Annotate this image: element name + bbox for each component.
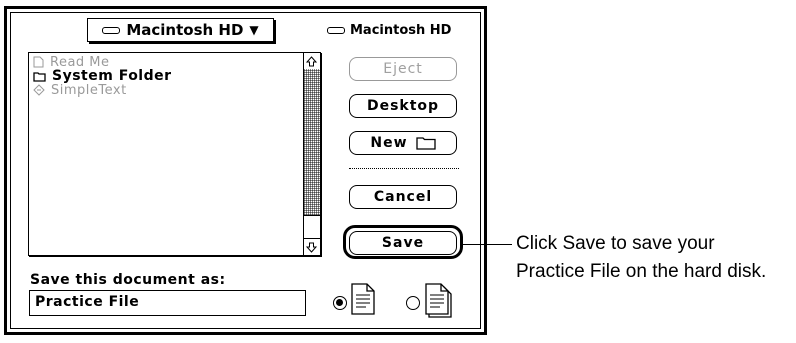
scroll-up-arrow-icon[interactable] — [304, 53, 319, 70]
list-item-read-me[interactable]: Read Me — [33, 55, 300, 70]
document-format-radio[interactable] — [333, 296, 347, 310]
scroll-track[interactable] — [304, 69, 320, 239]
desktop-button-label: Desktop — [366, 98, 440, 114]
vertical-scrollbar[interactable] — [303, 53, 320, 255]
save-prompt-label: Save this document as: — [30, 272, 226, 288]
scroll-thumb[interactable] — [304, 215, 320, 239]
volume-indicator: Macintosh HD — [327, 23, 451, 38]
callout-line-2: Practice File on the hard disk. — [516, 261, 767, 282]
volume-name: Macintosh HD — [350, 23, 452, 38]
stationery-format-radio[interactable] — [406, 296, 420, 310]
file-name: SimpleText — [51, 82, 127, 98]
hard-disk-icon — [327, 27, 345, 34]
save-button[interactable]: Save — [349, 231, 457, 255]
stationery-format-icon — [425, 283, 452, 318]
callout-line — [460, 244, 512, 245]
hard-disk-icon — [102, 26, 121, 34]
folder-icon — [33, 71, 46, 82]
cancel-button[interactable]: Cancel — [349, 185, 457, 209]
folder-popup-label: Macintosh HD — [126, 21, 244, 39]
eject-button[interactable]: Eject — [349, 57, 457, 81]
button-separator — [349, 168, 459, 169]
popup-arrow-icon: ▼ — [249, 23, 259, 37]
callout-line-1: Click Save to save your — [516, 233, 715, 254]
folder-popup-menu[interactable]: Macintosh HD ▼ — [87, 18, 274, 42]
eject-button-label: Eject — [383, 61, 423, 77]
list-item-system-folder[interactable]: System Folder — [33, 68, 300, 84]
callout-text: Click Save to save your Practice File on… — [516, 230, 766, 286]
desktop-button[interactable]: Desktop — [349, 94, 457, 118]
document-format-icon — [351, 283, 375, 315]
save-button-label: Save — [381, 235, 425, 251]
scroll-down-arrow-icon[interactable] — [304, 238, 319, 255]
document-icon — [33, 56, 44, 68]
file-list[interactable]: Read Me System Folder SimpleText — [28, 52, 321, 256]
application-icon — [33, 84, 45, 96]
file-name-field[interactable]: Practice File — [29, 290, 306, 316]
list-item-simpletext[interactable]: SimpleText — [33, 82, 300, 98]
new-folder-button[interactable]: New — [349, 131, 457, 155]
cancel-button-label: Cancel — [373, 189, 433, 205]
new-button-label: New — [370, 135, 408, 151]
folder-icon — [415, 137, 436, 150]
